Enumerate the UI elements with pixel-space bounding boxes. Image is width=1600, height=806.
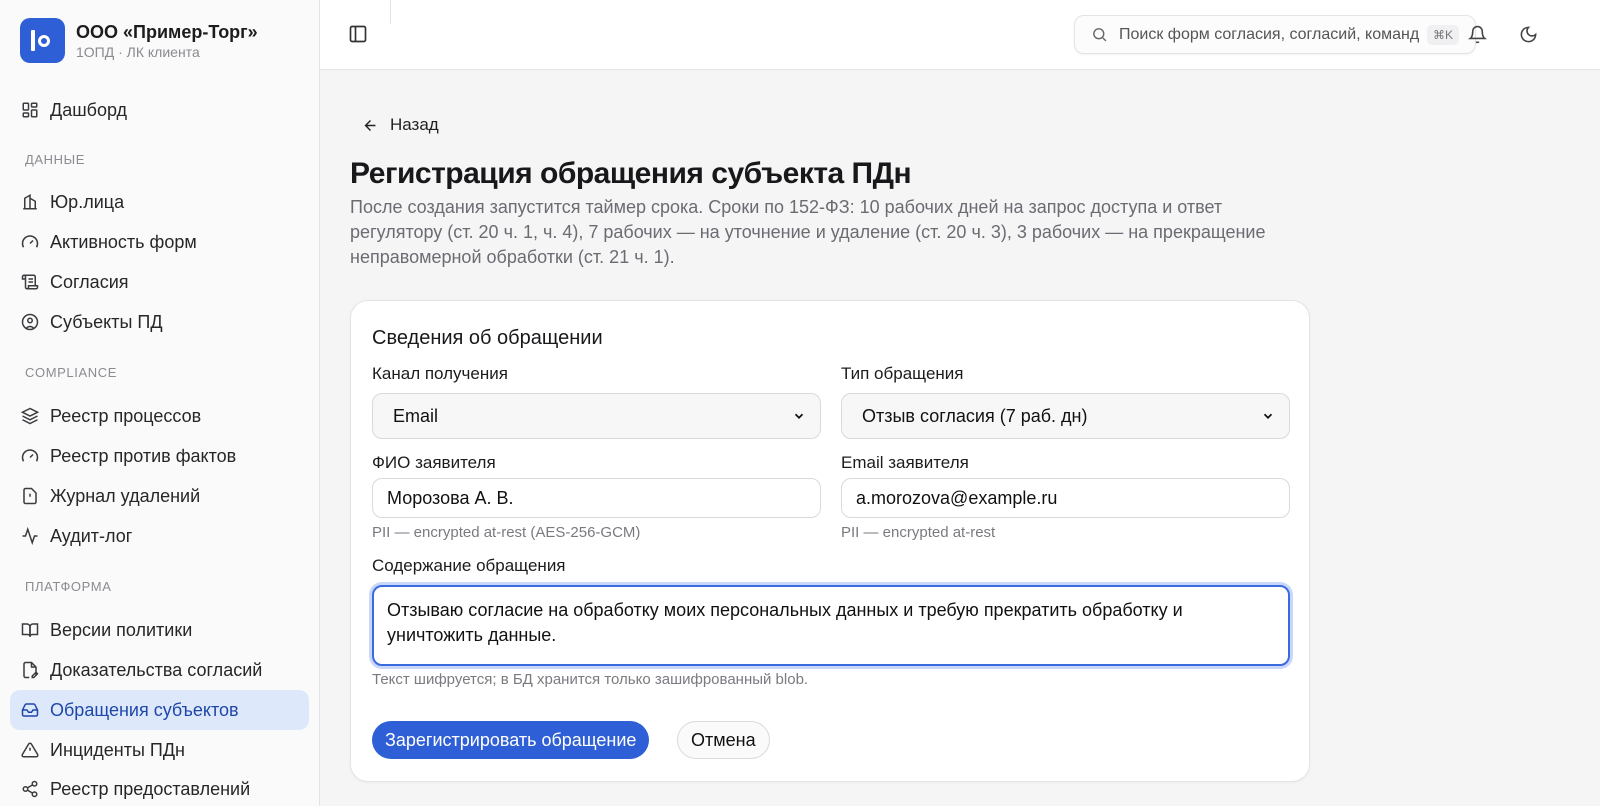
building-icon [20,192,40,212]
book-icon [20,620,40,640]
search-icon [1091,26,1109,44]
chevron-down-icon [1261,408,1277,424]
layers-icon [20,406,40,426]
sidebar-toggle-icon[interactable] [346,22,370,46]
sidebar-item-deletion-log[interactable]: Журнал удалений [10,476,309,516]
warning-icon [20,740,40,760]
section-label-platform: ПЛАТФОРМА [25,579,112,594]
sidebar-item-process-registry[interactable]: Реестр процессов [10,396,309,436]
sidebar-item-label: Аудит-лог [50,525,133,546]
sidebar-item-label: Реестр процессов [50,405,202,426]
sidebar-item-label: Активность форм [50,231,197,252]
back-label: Назад [390,115,439,134]
sidebar-item-subject-requests[interactable]: Обращения субъектов [10,690,309,730]
cancel-button[interactable]: Отмена [677,721,770,759]
bell-icon[interactable] [1466,23,1488,45]
sidebar-item-label: Инциденты ПДн [50,739,185,760]
sidebar-item-label: Юр.лица [50,191,125,212]
name-hint: PII — encrypted at-rest (AES-256-GCM) [372,524,641,541]
sidebar-item-label: Реестр против фактов [50,445,237,466]
inbox-icon [20,700,40,720]
header-divider [390,0,391,24]
sidebar-item-label: Версии политики [50,619,193,640]
sidebar-item-registry-vs-facts[interactable]: Реестр против фактов [10,436,309,476]
sidebar-item-label: Доказательства согласий [50,659,263,680]
org-logo [20,18,65,63]
channel-label: Канал получения [372,364,508,383]
content-hint: Текст шифруется; в БД хранится только за… [372,671,809,688]
sidebar-item-incidents[interactable]: Инциденты ПДн [10,730,309,770]
sidebar-item-consents[interactable]: Согласия [10,262,309,302]
top-header: ⌘K [320,0,1600,70]
sidebar-item-label: Дашборд [50,99,128,120]
content-textarea[interactable]: Отзываю согласие на обработку моих персо… [372,585,1290,666]
name-field[interactable]: Морозова А. В. [372,478,821,518]
sidebar-item-label: Субъекты ПД [50,311,163,332]
sidebar: ООО «Пример-Торг» 1ОПД · ЛК клиента Дашб… [0,0,320,806]
email-label: Email заявителя [841,453,969,472]
email-hint: PII — encrypted at-rest [841,524,996,541]
type-select[interactable]: Отзыв согласия (7 раб. дн) [841,393,1290,439]
channel-value: Email [393,405,439,426]
channel-select[interactable]: Email [372,393,821,439]
file-alert-icon [20,486,40,506]
org-subtitle: 1ОПД · ЛК клиента [76,44,200,60]
section-label-data: ДАННЫЕ [25,152,86,167]
activity-icon [20,526,40,546]
request-form-card: Сведения об обращении Канал получения Em… [350,300,1310,782]
org-name: ООО «Пример-Торг» [76,22,258,42]
submit-button[interactable]: Зарегистрировать обращение [372,721,650,759]
page-title: Регистрация обращения субъекта ПДн [350,157,912,190]
sidebar-item-form-activity[interactable]: Активность форм [10,222,309,262]
sidebar-item-audit-log[interactable]: Аудит-лог [10,516,309,556]
sidebar-item-label: Обращения субъектов [50,699,239,720]
sidebar-item-label: Реестр предоставлений [50,778,251,799]
type-value: Отзыв согласия (7 раб. дн) [862,405,1088,426]
type-label: Тип обращения [841,364,964,383]
chevron-down-icon [792,408,808,424]
name-label: ФИО заявителя [372,453,496,472]
sidebar-item-label: Журнал удалений [50,485,201,506]
sidebar-item-consent-proofs[interactable]: Доказательства согласий [10,650,309,690]
scroll-icon [20,272,40,292]
gauge-icon [20,446,40,466]
share-icon [20,779,40,799]
moon-icon[interactable] [1517,23,1539,45]
section-label-compliance: COMPLIANCE [25,365,117,380]
shortcut-badge: ⌘K [1426,25,1459,45]
arrow-left-icon [362,116,380,134]
sidebar-item-legal-entities[interactable]: Юр.лица [10,182,309,222]
card-title: Сведения об обращении [372,327,603,349]
back-link[interactable]: Назад [362,115,439,135]
sidebar-item-disclosure-registry[interactable]: Реестр предоставлений [10,769,309,806]
org-switcher[interactable]: ООО «Пример-Торг» 1ОПД · ЛК клиента [20,18,258,63]
content-label: Содержание обращения [372,556,566,575]
search-box[interactable]: ⌘K [1074,15,1476,54]
sidebar-item-subjects[interactable]: Субъекты ПД [10,302,309,342]
gauge-icon [20,232,40,252]
dashboard-icon [20,100,40,120]
sidebar-item-label: Согласия [50,271,129,292]
sidebar-item-policy-versions[interactable]: Версии политики [10,610,309,650]
email-field[interactable]: a.morozova@example.ru [841,478,1290,518]
file-signature-icon [20,660,40,680]
page-description: После создания запустится таймер срока. … [350,197,1266,267]
sidebar-item-dashboard[interactable]: Дашборд [10,90,309,130]
search-input[interactable] [1119,25,1429,44]
user-circle-icon [20,312,40,332]
